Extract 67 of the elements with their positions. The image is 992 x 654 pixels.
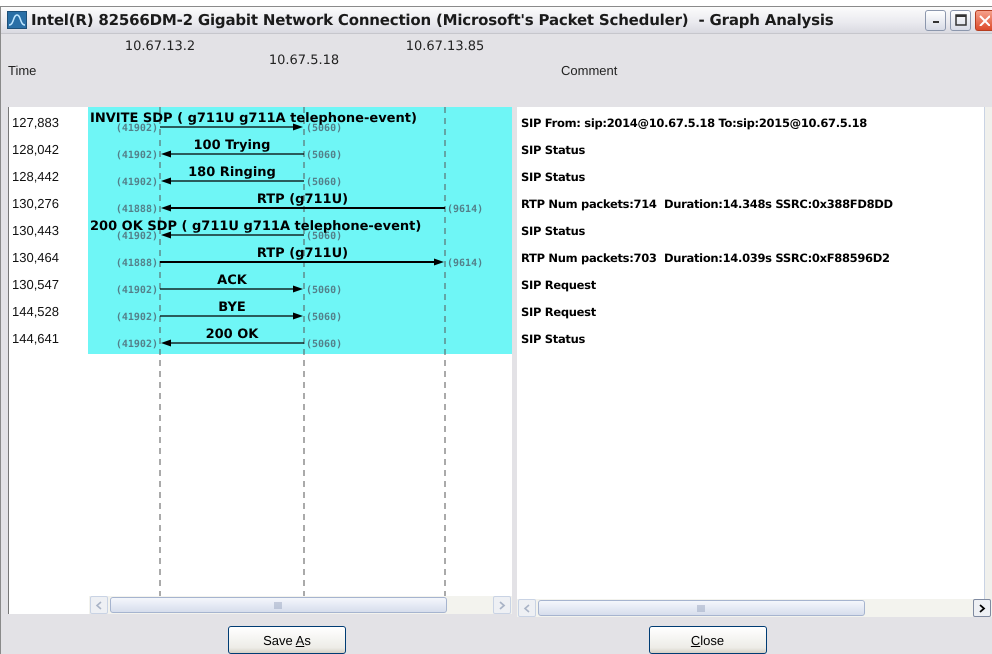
close-window-button[interactable]: [975, 10, 992, 30]
comment-cell: SIP Status: [521, 332, 586, 346]
vertical-scrollbar[interactable]: [984, 107, 992, 599]
port-label: (41888): [116, 204, 158, 215]
close-icon: [978, 14, 990, 26]
message-label: ACK: [217, 273, 247, 288]
message-label: 100 Trying: [194, 138, 270, 153]
time-cell-text: 144,641: [11, 330, 59, 348]
time-cell-text: 130,547: [11, 276, 59, 294]
time-cell-text: 128,442: [11, 168, 59, 186]
port-label: (41902): [116, 285, 158, 296]
comment-cell: SIP Status: [521, 170, 586, 184]
time-cell-text: 130,464: [11, 249, 59, 267]
time-cell-text: 144,528: [11, 303, 59, 321]
window-title: Intel(R) 82566DM-2 Gigabit Network Connection (Microsoft's Packet Scheduler) - Graph Analysis: [31, 11, 835, 29]
comment-cell: SIP Status: [521, 224, 586, 238]
horizontal-scrollbar[interactable]: [517, 599, 992, 617]
comment-cell: SIP Status: [521, 142, 586, 156]
scroll-right-icon[interactable]: [973, 599, 991, 617]
comment-cell: RTP Num packets:703 Duration:14.039s SSRC:0xF88596D2: [521, 250, 890, 264]
scroll-left-icon[interactable]: [518, 599, 536, 617]
host-address: 10.67.13.2: [124, 39, 196, 54]
horizontal-scrollbar[interactable]: [89, 596, 512, 614]
message-label: BYE: [218, 300, 246, 315]
port-label: (41902): [116, 312, 158, 323]
time-cell-text: 127,883: [11, 114, 59, 132]
message-label: RTP (g711U): [256, 246, 348, 261]
save-as-button[interactable]: Save As: [228, 626, 346, 654]
scroll-thumb[interactable]: [538, 600, 865, 616]
message-label: RTP (g711U): [256, 192, 348, 207]
maximize-button[interactable]: [950, 10, 971, 30]
port-label: (5060): [306, 339, 342, 350]
time-cell-text: 130,276: [11, 195, 59, 213]
message-label: 200 OK: [206, 327, 258, 342]
grip-icon: [696, 604, 706, 612]
port-label: (41888): [116, 258, 158, 269]
port-label: (5060): [306, 231, 342, 242]
port-label: (5060): [306, 312, 342, 323]
column-header: Comment: [561, 63, 618, 78]
time-cell-text: 128,042: [11, 141, 59, 159]
message-label: 180 Ringing: [188, 165, 276, 180]
grip-icon: [274, 602, 284, 608]
port-label: (41902): [116, 177, 158, 188]
port-label: (5060): [306, 177, 342, 188]
scroll-left-icon[interactable]: [90, 596, 108, 614]
host-address: 10.67.13.85: [406, 39, 484, 54]
comment-cell: SIP Request: [521, 304, 596, 318]
port-label: (41902): [116, 123, 158, 134]
close-button[interactable]: Close: [648, 626, 766, 654]
time-cell-text: 130,443: [11, 222, 59, 240]
port-label: (41902): [116, 150, 158, 161]
maximize-icon: [954, 14, 966, 26]
comment-cell: RTP Num packets:714 Duration:14.348s SSRC:0x388FD8DD: [521, 196, 893, 210]
scroll-thumb[interactable]: [110, 597, 448, 613]
port-label: (41902): [116, 231, 158, 242]
port-label: (9614): [447, 258, 484, 269]
port-label: (41902): [116, 339, 158, 350]
port-label: (9614): [447, 204, 484, 215]
port-label: (5060): [306, 150, 342, 161]
comment-cell: SIP From: sip:2014@10.67.5.18 To:sip:2015@10.67.5.18: [521, 116, 867, 130]
port-label: (5060): [306, 285, 342, 296]
host-address: 10.67.5.18: [268, 53, 340, 68]
minimize-button[interactable]: [925, 10, 946, 30]
comment-cell: SIP Request: [521, 278, 596, 292]
column-header: Time: [8, 63, 36, 78]
port-label: (5060): [306, 123, 342, 134]
graph-app-icon: [7, 11, 27, 29]
